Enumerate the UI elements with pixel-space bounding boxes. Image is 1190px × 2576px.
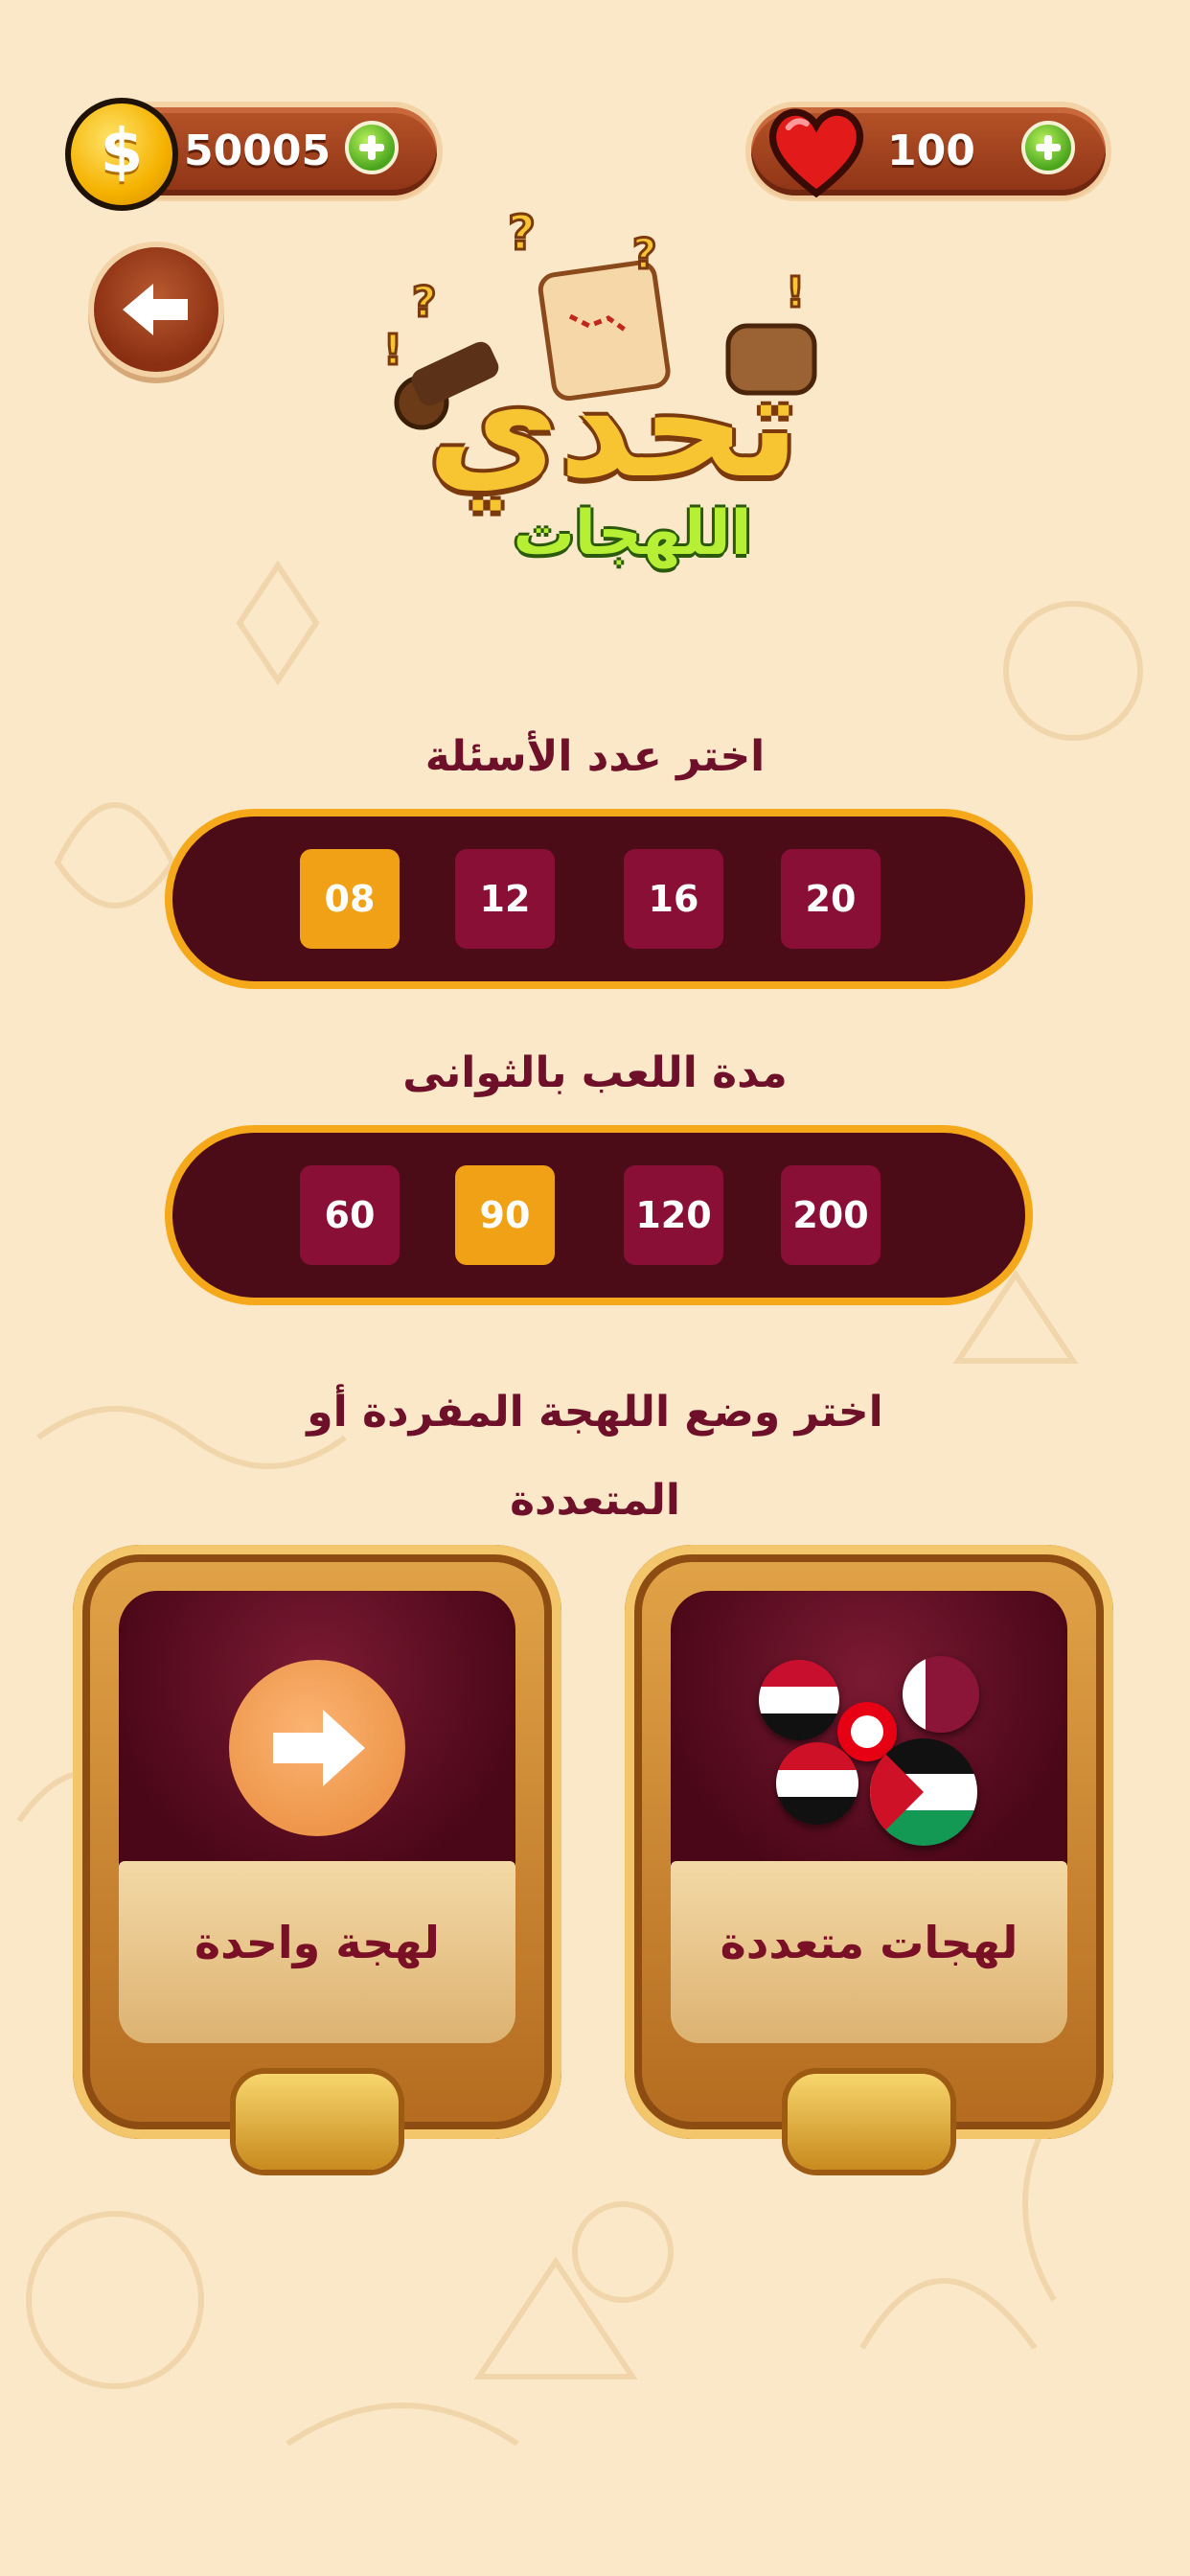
egypt-flag-icon [776, 1742, 858, 1825]
questions-option[interactable]: 12 [455, 849, 555, 949]
card-scroll: لهجات متعددة [671, 1861, 1067, 2043]
duration-option[interactable]: 200 [781, 1165, 881, 1265]
card-scroll: لهجة واحدة [119, 1861, 515, 2043]
single-dialect-card[interactable]: لهجة واحدة [73, 1545, 561, 2170]
mode-title-line1: اختر وضع اللهجة المفردة أو [307, 1388, 883, 1437]
forward-arrow-icon [273, 1710, 365, 1786]
duration-option[interactable]: 120 [624, 1165, 723, 1265]
duration-title: مدة اللعب بالثوانى [402, 1048, 788, 1097]
qatar-flag-icon [903, 1656, 979, 1733]
svg-text:!: ! [786, 268, 805, 317]
lives-value: 100 [887, 126, 975, 175]
iraq-flag-icon [759, 1660, 839, 1740]
add-lives-button[interactable] [1021, 121, 1075, 174]
forward-arrow-button [229, 1660, 405, 1836]
mode-title-line2: المتعددة [510, 1476, 680, 1525]
card-ornament [236, 2074, 399, 2170]
palestine-flag-icon [870, 1738, 977, 1846]
svg-text:?: ? [412, 278, 437, 327]
duration-option[interactable]: 60 [300, 1165, 400, 1265]
multi-dialect-label: لهجات متعددة [720, 1917, 1018, 1968]
back-arrow-icon [123, 284, 188, 335]
coin-icon: $ [65, 98, 178, 211]
coins-value: 50005 [184, 126, 332, 175]
questions-option[interactable]: 16 [624, 849, 723, 949]
questions-selector: 08 12 16 20 [172, 816, 1025, 981]
duration-selector: 60 90 120 200 [172, 1133, 1025, 1298]
questions-option[interactable]: 08 [300, 849, 400, 949]
svg-text:?: ? [632, 230, 657, 279]
card-ornament [788, 2074, 950, 2170]
questions-title: اختر عدد الأسئلة [424, 732, 766, 781]
duration-option[interactable]: 90 [455, 1165, 555, 1265]
back-button[interactable] [94, 247, 218, 372]
logo-title: تحدي [426, 343, 800, 510]
logo-subtitle: اللهجات [513, 498, 752, 569]
add-coins-button[interactable] [345, 121, 399, 174]
game-logo: ? ? ? ! ! تحدي اللهجات [364, 211, 862, 613]
heart-icon [768, 108, 864, 198]
questions-option[interactable]: 20 [781, 849, 881, 949]
multi-dialect-card[interactable]: لهجات متعددة [625, 1545, 1113, 2170]
single-dialect-label: لهجة واحدة [195, 1917, 440, 1968]
svg-text:?: ? [508, 211, 536, 261]
